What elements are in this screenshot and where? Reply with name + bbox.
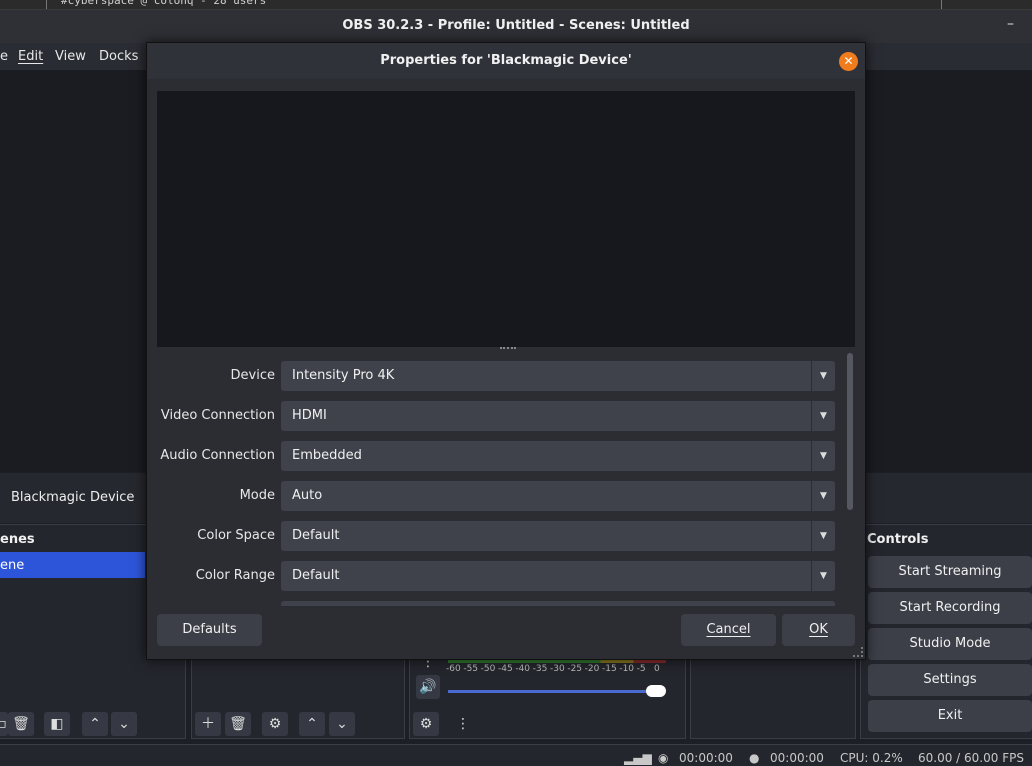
chevron-down-icon: ▼	[811, 361, 835, 391]
volume-slider-track[interactable]	[448, 690, 656, 693]
network-signal-icon: ▂▄▆	[624, 751, 652, 765]
audio-menu-icon[interactable]: ⋮	[450, 712, 476, 736]
scrollbar-thumb[interactable]	[847, 353, 853, 510]
color-range-select[interactable]: Default ▼	[281, 561, 835, 591]
meter-tick: -35	[532, 664, 548, 674]
audio-settings-icon[interactable]: ⚙	[413, 712, 439, 736]
meter-tick: -20	[584, 664, 600, 674]
select-value: Intensity Pro 4K	[292, 368, 395, 383]
select-value: Embedded	[292, 448, 362, 463]
scene-list-item[interactable]: ene	[0, 552, 145, 578]
chevron-down-icon: ▼	[811, 561, 835, 591]
stream-time: 00:00:00	[679, 751, 733, 765]
settings-button[interactable]: Settings	[868, 664, 1032, 696]
property-label: Device	[230, 368, 275, 383]
property-row-color-range: Color Range Default ▼	[157, 561, 845, 591]
status-bar: ▂▄▆ ◉ 00:00:00 ● 00:00:00 CPU: 0.2% 60.0…	[0, 744, 1032, 766]
meter-tick: -50	[480, 664, 496, 674]
meter-tick: -5	[636, 664, 646, 674]
volume-icon[interactable]: 🔊	[416, 675, 440, 699]
remove-source-icon[interactable]: 🗑	[225, 712, 251, 736]
chevron-down-icon: ▼	[811, 441, 835, 471]
source-down-icon[interactable]: ⌄	[329, 712, 355, 736]
dialog-title: Properties for 'Blackmagic Device'	[147, 43, 865, 79]
property-row-color-space: Color Space Default ▼	[157, 521, 845, 551]
record-status-icon: ●	[749, 751, 760, 765]
meter-tick: -25	[567, 664, 583, 674]
color-space-select[interactable]: Default ▼	[281, 521, 835, 551]
select-value: HDMI	[292, 408, 327, 423]
device-select[interactable]: Intensity Pro 4K ▼	[281, 361, 835, 391]
meter-tick-labels: -60 -55 -50 -45 -40 -35 -30 -25 -20 -15 …	[446, 664, 670, 676]
source-up-icon[interactable]: ⌃	[299, 712, 325, 736]
property-row-audio-connection: Audio Connection Embedded ▼	[157, 441, 845, 471]
scenes-dock-title: enes	[0, 532, 35, 547]
defaults-button[interactable]: Defaults	[157, 614, 262, 646]
properties-list: Device Intensity Pro 4K ▼ Video Connecti…	[157, 351, 845, 606]
property-row-partial	[157, 601, 845, 606]
dialog-preview	[157, 91, 855, 347]
menu-file[interactable]: e	[0, 49, 8, 64]
property-label: Audio Connection	[160, 448, 275, 463]
select-value: Default	[292, 568, 340, 583]
record-time: 00:00:00	[770, 751, 824, 765]
studio-mode-button[interactable]: Studio Mode	[868, 628, 1032, 660]
stream-status-icon: ◉	[658, 751, 669, 765]
property-row-device: Device Intensity Pro 4K ▼	[157, 361, 845, 391]
volume-slider-handle[interactable]	[646, 685, 666, 697]
cancel-button[interactable]: Cancel	[681, 614, 776, 646]
chevron-down-icon: ▼	[811, 401, 835, 431]
meter-tick: 0	[654, 664, 660, 674]
add-source-icon[interactable]: ＋	[195, 712, 221, 736]
audio-connection-select[interactable]: Embedded ▼	[281, 441, 835, 471]
meter-tick: -40	[515, 664, 531, 674]
exit-button[interactable]: Exit	[868, 700, 1032, 732]
property-row-mode: Mode Auto ▼	[157, 481, 845, 511]
mode-select[interactable]: Auto ▼	[281, 481, 835, 511]
start-streaming-button[interactable]: Start Streaming	[868, 556, 1032, 588]
splitter-handle[interactable]	[500, 347, 516, 350]
meter-tick: -60	[446, 664, 461, 674]
minimize-icon[interactable]: –	[1007, 16, 1014, 32]
meter-tick: -10	[619, 664, 635, 674]
chevron-down-icon: ▼	[811, 521, 835, 551]
video-connection-select[interactable]: HDMI ▼	[281, 401, 835, 431]
meter-tick: -15	[602, 664, 617, 674]
resize-grip-icon[interactable]	[853, 647, 863, 657]
property-label: Video Connection	[160, 408, 275, 423]
remove-scene-icon[interactable]: 🗑	[8, 712, 34, 736]
meter-tick: -30	[550, 664, 565, 674]
background-terminal: #cyberspace @ colonq - 28 users	[0, 0, 1032, 10]
meter-tick: -45	[498, 664, 513, 674]
menu-view[interactable]: View	[55, 49, 86, 64]
property-label: Color Range	[195, 568, 275, 583]
controls-dock-title: Controls	[867, 532, 929, 547]
cpu-usage: CPU: 0.2%	[840, 751, 903, 765]
meter-tick: -55	[463, 664, 479, 674]
selected-source-name: Blackmagic Device	[11, 490, 135, 505]
scene-up-icon[interactable]: ⌃	[82, 712, 108, 736]
add-scene-button[interactable]: ▫	[0, 712, 8, 736]
select-value: Default	[292, 528, 340, 543]
ok-button[interactable]: OK	[782, 614, 855, 646]
start-recording-button[interactable]: Start Recording	[868, 592, 1032, 624]
menu-edit[interactable]: Edit	[18, 49, 43, 64]
fps-readout: 60.00 / 60.00 FPS	[918, 751, 1024, 765]
next-property-select[interactable]	[281, 601, 835, 606]
property-label: Color Space	[197, 528, 275, 543]
properties-dialog: Properties for 'Blackmagic Device' ✕ Dev…	[146, 42, 866, 660]
window-titlebar[interactable]: OBS 30.2.3 - Profile: Untitled - Scenes:…	[0, 10, 1032, 43]
terminal-line: #cyberspace @ colonq - 28 users	[46, 0, 942, 9]
properties-scrollbar[interactable]	[846, 353, 854, 606]
scene-filters-icon[interactable]: ◧	[44, 712, 70, 736]
chevron-down-icon: ▼	[811, 481, 835, 511]
property-label: Mode	[239, 488, 275, 503]
scene-down-icon[interactable]: ⌄	[111, 712, 137, 736]
source-properties-icon[interactable]: ⚙	[262, 712, 288, 736]
menu-docks[interactable]: Docks	[99, 49, 138, 64]
property-row-video-connection: Video Connection HDMI ▼	[157, 401, 845, 431]
select-value: Auto	[292, 488, 323, 503]
window-title: OBS 30.2.3 - Profile: Untitled - Scenes:…	[342, 18, 690, 33]
close-icon[interactable]: ✕	[839, 52, 858, 71]
